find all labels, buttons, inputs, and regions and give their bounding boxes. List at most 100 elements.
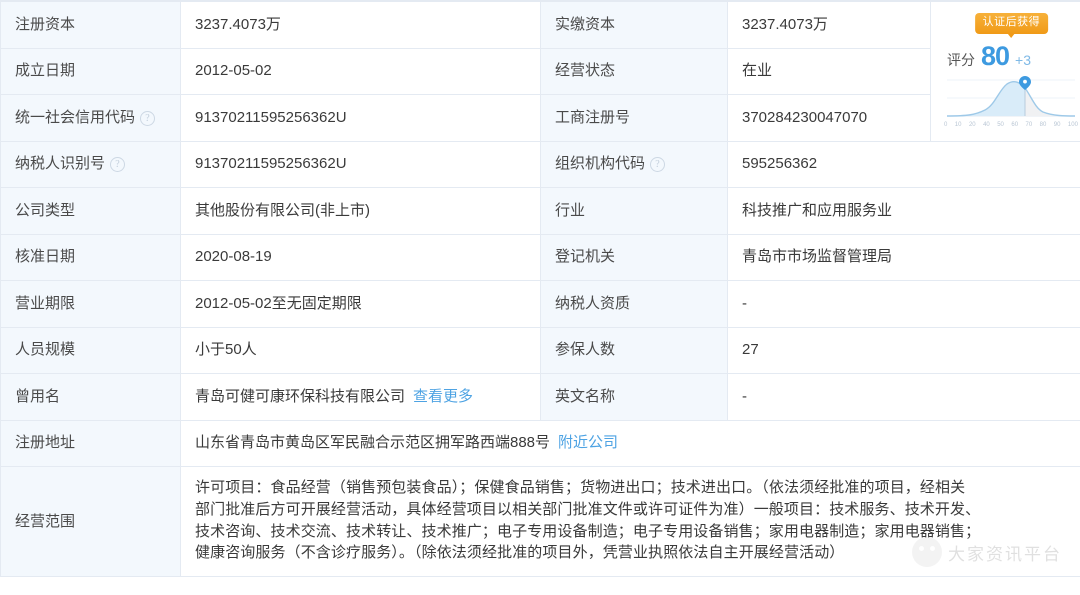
field-value: -	[742, 387, 747, 405]
field-value: 小于50人	[195, 341, 257, 359]
scope-line: 许可项目：食品经营（销售预包装食品）；保健食品销售；货物进出口；技术进出口。（依…	[195, 479, 966, 496]
row-value-cell: 3237.4073万	[180, 1, 541, 49]
table-row: 公司类型 其他股份有限公司(非上市) 行业 科技推广和应用服务业	[0, 187, 1080, 235]
field-label: 营业期限	[15, 294, 76, 312]
field-value: 91370211595256362U	[195, 155, 347, 173]
table-row-scope: 经营范围 许可项目：食品经营（销售预包装食品）；保健食品销售；货物进出口；技术进…	[0, 466, 1080, 577]
row-label-cell: 参保人数	[540, 326, 728, 374]
certified-badge: 认证后获得	[974, 12, 1049, 38]
axis-tick: 60	[1011, 121, 1019, 128]
field-label: 成立日期	[15, 62, 76, 80]
score-widget-cell[interactable]: 认证后获得 评分 80 +3 0 10 20 40 50 60 70 80 90…	[930, 1, 1080, 142]
field-label: 人员规模	[15, 341, 76, 359]
row-label-cell: 经营状态	[540, 47, 728, 95]
field-label: 经营范围	[15, 512, 76, 530]
score-marker-dot	[1023, 79, 1027, 84]
row-label-cell: 纳税人资质	[540, 280, 728, 328]
help-icon[interactable]: ?	[140, 110, 156, 126]
row-label-cell: 登记机关	[540, 233, 728, 281]
score-line: 评分 80 +3	[941, 40, 1070, 71]
row-label-cell: 纳税人识别号?	[0, 140, 181, 188]
row-label-cell: 注册资本	[0, 1, 181, 49]
field-label: 实缴资本	[555, 15, 616, 33]
row-label-cell: 统一社会信用代码?	[0, 94, 181, 142]
score-value: 80	[981, 40, 1010, 71]
score-delta: +3	[1015, 51, 1032, 68]
table-row: 成立日期 2012-05-02 经营状态 在业	[0, 47, 1080, 95]
row-value-cell: 91370211595256362U	[180, 140, 541, 188]
score-widget[interactable]: 认证后获得 评分 80 +3 0 10 20 40 50 60 70 80 90…	[932, 12, 1080, 128]
table-row: 人员规模 小于50人 参保人数 27	[0, 326, 1080, 374]
table-row-address: 注册地址 山东省青岛市黄岛区军民融合示范区拥军路西端888号 附近公司	[0, 419, 1080, 467]
axis-tick: 100	[1067, 121, 1078, 128]
row-value-cell: 595256362	[727, 140, 1080, 188]
help-icon[interactable]: ?	[110, 157, 126, 173]
row-label-cell: 注册地址	[0, 419, 181, 467]
row-value-cell: 在业	[727, 47, 931, 95]
row-value-cell: 山东省青岛市黄岛区军民融合示范区拥军路西端888号 附近公司	[180, 419, 1080, 467]
bell-curve-svg	[946, 75, 1076, 117]
view-more-link[interactable]: 查看更多	[413, 388, 473, 405]
row-label-cell: 实缴资本	[540, 1, 728, 49]
field-label: 工商注册号	[555, 108, 631, 126]
field-value: 3237.4073万	[195, 15, 281, 33]
field-label: 核准日期	[15, 248, 76, 266]
field-label: 行业	[555, 201, 586, 219]
field-label: 组织机构代码	[555, 155, 646, 173]
row-label-cell: 组织机构代码?	[540, 140, 728, 188]
field-label: 经营状态	[555, 62, 616, 80]
company-info-sheet: 注册资本 3237.4073万 实缴资本 3237.4073万 认证后获得 评分…	[0, 0, 1080, 595]
nearby-companies-link[interactable]: 附近公司	[558, 434, 618, 451]
score-distribution-chart: 0 10 20 40 50 60 70 80 90 100	[941, 72, 1080, 128]
curve-fill-left	[947, 81, 1025, 116]
table-row: 曾用名 青岛可健可康环保科技有限公司 查看更多 英文名称 -	[0, 373, 1080, 421]
table-row: 纳税人识别号? 91370211595256362U 组织机构代码? 59525…	[0, 140, 1080, 188]
scope-line: 部门批准后方可开展经营活动，具体经营项目以相关部门批准文件或许可证件为准）一般项…	[195, 500, 981, 518]
score-label: 评分	[947, 51, 975, 68]
help-icon[interactable]: ?	[650, 157, 666, 173]
scope-line: 健康咨询服务（不含诊疗服务）。（除依法须经批准的项目外，凭营业执照依法自主开展经…	[195, 544, 845, 562]
field-value: 青岛市市场监督管理局	[742, 248, 893, 266]
row-value-cell: -	[727, 280, 1080, 328]
row-value-cell: 3237.4073万	[727, 1, 931, 49]
row-label-cell: 工商注册号	[540, 94, 728, 142]
table-row: 核准日期 2020-08-19 登记机关 青岛市市场监督管理局	[0, 233, 1080, 281]
row-label-cell: 行业	[540, 187, 728, 235]
row-value-cell: 2012-05-02	[180, 47, 541, 95]
row-label-cell: 营业期限	[0, 280, 181, 328]
row-value-cell: 青岛市市场监督管理局	[727, 233, 1080, 281]
field-label: 参保人数	[555, 341, 616, 359]
scope-line: 技术咨询、技术交流、技术转让、技术推广；电子专用设备制造；电子专用设备销售；家用…	[195, 522, 981, 540]
field-value: 595256362	[742, 155, 818, 173]
axis-tick: 0	[944, 121, 948, 128]
row-label-cell: 经营范围	[0, 466, 181, 577]
field-label: 注册地址	[15, 434, 76, 452]
field-label: 注册资本	[15, 15, 76, 33]
row-value-cell: 2012-05-02至无固定期限	[180, 280, 541, 328]
row-value-cell: 27	[727, 326, 1080, 374]
axis-tick: 10	[954, 121, 962, 128]
axis-tick: 90	[1053, 121, 1061, 128]
field-value: 科技推广和应用服务业	[742, 201, 893, 219]
row-label-cell: 英文名称	[540, 373, 728, 421]
field-value: 27	[742, 341, 759, 359]
field-label: 登记机关	[555, 248, 616, 266]
row-label-cell: 公司类型	[0, 187, 181, 235]
field-value: 2012-05-02至无固定期限	[195, 294, 362, 312]
axis-tick: 80	[1039, 121, 1047, 128]
field-value: 青岛可健可康环保科技有限公司	[195, 387, 406, 405]
table-row: 营业期限 2012-05-02至无固定期限 纳税人资质 -	[0, 280, 1080, 328]
row-value-cell: 2020-08-19	[180, 233, 541, 281]
row-value-cell: 91370211595256362U	[180, 94, 541, 142]
field-label: 曾用名	[15, 387, 61, 405]
row-value-cell: 科技推广和应用服务业	[727, 187, 1080, 235]
table-row: 统一社会信用代码? 91370211595256362U 工商注册号 37028…	[0, 94, 1080, 142]
field-value: 2020-08-19	[195, 248, 272, 266]
row-value-cell: 小于50人	[180, 326, 541, 374]
field-label: 纳税人资质	[555, 294, 631, 312]
field-label: 公司类型	[15, 201, 76, 219]
axis-tick: 70	[1025, 121, 1033, 128]
field-value: 370284230047070	[742, 108, 868, 126]
axis-tick: 50	[997, 121, 1004, 128]
business-scope-cell: 许可项目：食品经营（销售预包装食品）；保健食品销售；货物进出口；技术进出口。（依…	[180, 466, 1080, 577]
